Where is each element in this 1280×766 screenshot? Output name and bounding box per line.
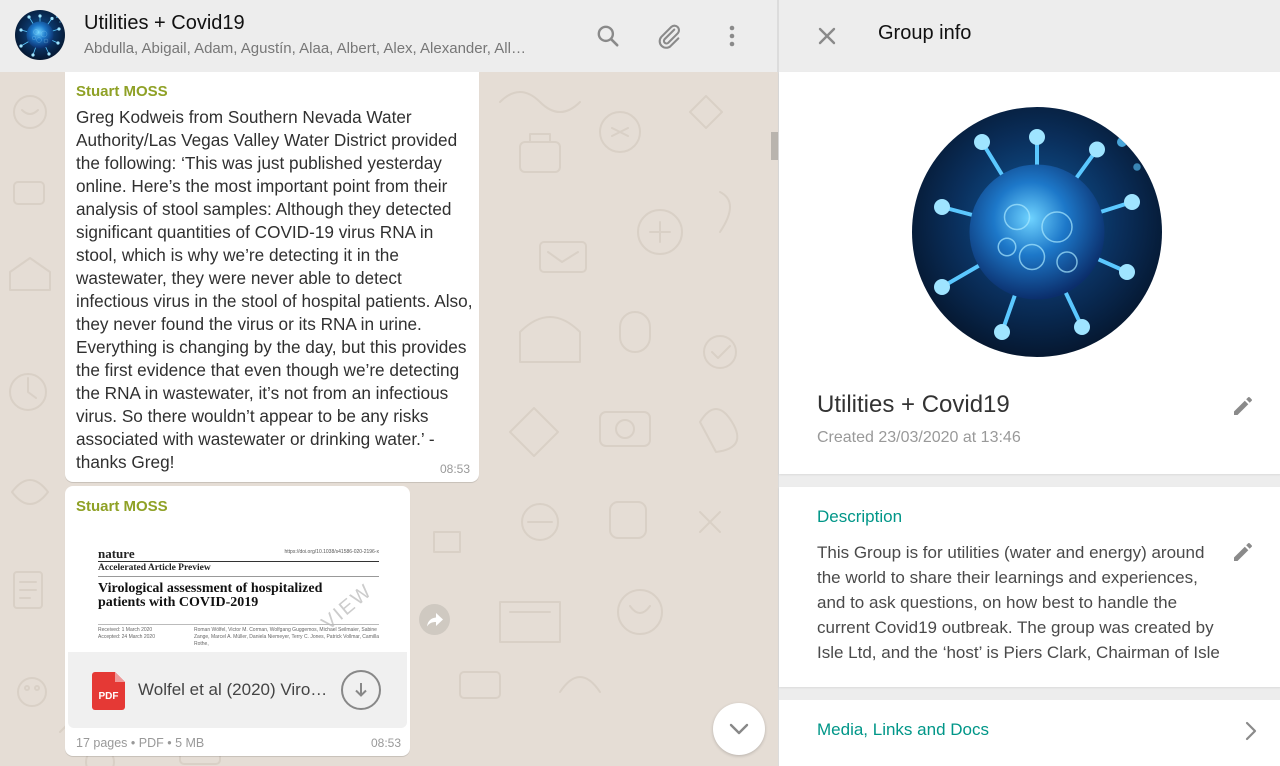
group-profile-section: Utilities + Covid19 Created 23/03/2020 a…	[779, 72, 1280, 474]
edit-name-button[interactable]	[1229, 392, 1257, 420]
chat-members-list[interactable]: Abdulla, Abigail, Adam, Agustín, Alaa, A…	[84, 40, 564, 57]
message-text: Greg Kodweis from Southern Nevada Water …	[76, 107, 473, 472]
forward-icon	[426, 612, 443, 626]
document-preview-rule	[98, 576, 379, 577]
attach-button[interactable]	[651, 18, 687, 54]
document-preview-rule	[98, 624, 379, 625]
scrollbar-thumb[interactable]	[771, 132, 778, 160]
group-description-section: Description This Group is for utilities …	[779, 487, 1280, 687]
chevron-down-icon	[729, 723, 749, 735]
media-links-docs-row[interactable]: Media, Links and Docs	[779, 700, 1280, 766]
search-icon	[597, 25, 619, 47]
group-info-title: Group info	[878, 22, 972, 44]
document-preview-accepted: Accepted: 24 March 2020	[98, 634, 155, 640]
group-name: Utilities + Covid19	[817, 391, 1010, 418]
document-meta: 17 pages • PDF • 5 MB	[76, 736, 205, 750]
search-button[interactable]	[590, 18, 626, 54]
chevron-right-icon	[1241, 719, 1261, 743]
document-preview-authors: Roman Wölfel, Victor M. Corman, Wolfgang…	[194, 627, 379, 647]
description-label: Description	[817, 507, 903, 526]
group-description-text: This Group is for utilities (water and e…	[817, 543, 1220, 662]
document-attachment[interactable]: PDF Wolfel et al (2020) Virological asse…	[68, 652, 407, 728]
chat-pane: Utilities + Covid19 Abdulla, Abigail, Ad…	[0, 0, 778, 766]
message-timestamp: 08:53	[370, 736, 401, 750]
document-preview-rule	[98, 561, 379, 562]
download-button[interactable]	[341, 670, 381, 710]
message-sender[interactable]: Stuart MOSS	[76, 498, 168, 515]
download-icon	[355, 683, 367, 697]
pdf-badge-text: PDF	[99, 691, 119, 702]
message-timestamp: 08:53	[439, 462, 470, 476]
close-icon	[818, 27, 836, 45]
kebab-menu-icon	[729, 25, 735, 47]
group-info-header: Group info	[779, 0, 1280, 72]
scroll-to-bottom-button[interactable]	[713, 703, 765, 755]
document-preview-received: Received: 1 March 2020	[98, 627, 153, 633]
group-photo[interactable]	[912, 107, 1162, 357]
group-created-date: Created 23/03/2020 at 13:46	[817, 429, 1021, 446]
document-name[interactable]: Wolfel et al (2020) Virological assessme…	[138, 680, 328, 700]
document-message-bubble[interactable]: Stuart MOSS nature https://doi.org/10.10…	[65, 486, 410, 756]
pdf-file-icon: PDF	[92, 672, 125, 710]
pencil-icon	[1234, 397, 1252, 415]
edit-description-button[interactable]	[1229, 538, 1257, 566]
document-preview-dates: Received: 1 March 2020 Accepted: 24 Marc…	[98, 627, 155, 641]
pencil-icon	[1234, 543, 1252, 561]
document-preview-section: Accelerated Article Preview	[98, 563, 211, 573]
message-sender[interactable]: Stuart MOSS	[76, 83, 168, 100]
chat-header[interactable]: Utilities + Covid19 Abdulla, Abigail, Ad…	[0, 0, 778, 72]
chat-title[interactable]: Utilities + Covid19	[84, 12, 245, 35]
paperclip-icon	[658, 24, 681, 49]
forward-button[interactable]	[419, 604, 450, 635]
close-button[interactable]	[811, 20, 843, 52]
chat-messages-area[interactable]: Stuart MOSS Greg Kodweis from Southern N…	[0, 72, 778, 766]
message-bubble[interactable]: Stuart MOSS Greg Kodweis from Southern N…	[65, 72, 479, 482]
menu-button[interactable]	[714, 18, 750, 54]
document-preview[interactable]: nature https://doi.org/10.1038/s41586-02…	[68, 526, 407, 652]
document-preview-title: Virological assessment of hospitalized p…	[98, 581, 323, 610]
document-preview-journal: nature	[98, 546, 135, 561]
media-links-docs-label: Media, Links and Docs	[817, 720, 989, 739]
group-info-panel: Group info Utilities + Covid19 Created 2…	[778, 0, 1280, 766]
group-avatar[interactable]	[15, 10, 65, 60]
document-preview-doi: https://doi.org/10.1038/s41586-020-2196-…	[284, 549, 379, 555]
